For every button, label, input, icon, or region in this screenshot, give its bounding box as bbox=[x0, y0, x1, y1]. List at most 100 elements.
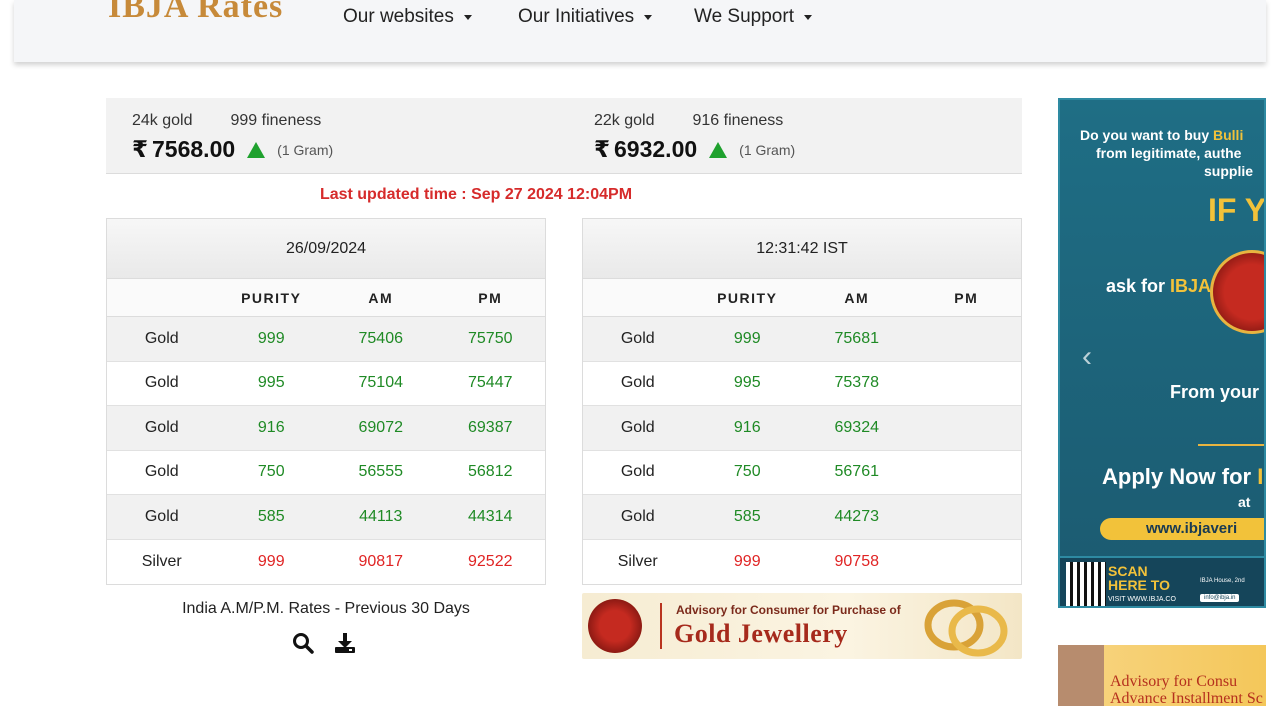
ad-footer: SCAN HERE TO VISIT WWW.IBJA.CO IBJA House… bbox=[1060, 556, 1264, 606]
metal-cell: Gold bbox=[144, 374, 179, 392]
purity-cell: 585 bbox=[257, 507, 285, 525]
trend-up-icon bbox=[709, 141, 728, 158]
col-pm: PM bbox=[478, 289, 503, 306]
table-row: Gold 585 44273 bbox=[583, 495, 1021, 540]
purity-cell: 995 bbox=[733, 374, 761, 392]
table-row: Gold 916 69324 bbox=[583, 406, 1021, 451]
page: IBJA Rates Our websites Our Initiatives … bbox=[0, 0, 1280, 720]
fineness-label: 999 fineness bbox=[230, 112, 322, 129]
purity-cell: 916 bbox=[257, 418, 285, 436]
search-icon[interactable] bbox=[292, 632, 314, 659]
metal-cell: Gold bbox=[144, 329, 179, 347]
carousel-prev-icon[interactable]: ‹ bbox=[1082, 340, 1092, 374]
nav-label: Our Initiatives bbox=[518, 6, 635, 27]
col-am: AM bbox=[368, 289, 394, 306]
am-rate-cell: 75104 bbox=[358, 374, 404, 392]
previous-rates-label: India A.M/P.M. Rates - Previous 30 Days bbox=[182, 600, 470, 617]
nav-label: Our websites bbox=[343, 6, 454, 27]
ad-from-text: From your bbox=[1170, 382, 1260, 402]
table-row: Gold 750 56555 56812 bbox=[107, 451, 545, 495]
address-text: IBJA House, 2nd bbox=[1200, 578, 1245, 584]
trend-up-icon bbox=[247, 141, 266, 158]
table-row: Gold 995 75378 bbox=[583, 362, 1021, 406]
ibja-rates-logo[interactable]: IBJA Rates bbox=[108, 0, 283, 26]
purity-cell: 999 bbox=[733, 329, 761, 347]
nav-we-support[interactable]: We Support bbox=[694, 6, 812, 28]
am-rate-cell: 44273 bbox=[834, 507, 880, 525]
pm-rate-cell: 69387 bbox=[468, 418, 513, 436]
ad-if-text: IF YE bbox=[1208, 192, 1266, 228]
table-row: Silver 999 90817 92522 bbox=[107, 540, 545, 585]
caret-down-icon bbox=[803, 14, 812, 20]
metal-cell: Silver bbox=[617, 552, 658, 570]
pm-rate-cell: 75750 bbox=[468, 329, 513, 347]
am-rate-cell: 75378 bbox=[834, 374, 880, 392]
price-label: 22k gold bbox=[594, 112, 655, 129]
caret-down-icon bbox=[463, 14, 472, 20]
fineness-label: 916 fineness bbox=[692, 112, 784, 129]
ad-at-text: at bbox=[1238, 494, 1251, 510]
ad-apply-text: Apply Now for IBJ bbox=[1102, 464, 1264, 489]
rupee-symbol: ₹ bbox=[132, 136, 149, 162]
pm-rate-cell: 44314 bbox=[468, 507, 513, 525]
nav-our-initiatives[interactable]: Our Initiatives bbox=[518, 6, 653, 28]
email-text: info@ibja.in bbox=[1200, 594, 1240, 602]
rupee-symbol: ₹ bbox=[594, 136, 611, 162]
previous-rates-actions bbox=[292, 632, 356, 659]
table-time-heading: 12:31:42 IST bbox=[583, 219, 1021, 279]
am-rate-cell: 69324 bbox=[834, 418, 880, 436]
metal-cell: Gold bbox=[144, 463, 179, 481]
purity-cell: 995 bbox=[257, 374, 285, 392]
metal-cell: Silver bbox=[141, 552, 182, 570]
ad-headline: Do you want to buy Bulli from legitimate… bbox=[1080, 127, 1254, 179]
advisory-top-text: Advisory for Consumer for Purchase of bbox=[676, 603, 901, 617]
scan-text: SCAN HERE TO bbox=[1108, 563, 1170, 593]
advisory-gold-jewellery-banner[interactable]: Advisory for Consumer for Purchase of Go… bbox=[582, 593, 1022, 659]
nav-our-websites[interactable]: Our websites bbox=[343, 6, 472, 28]
ad-url-pill[interactable]: www.ibjaveri bbox=[1100, 518, 1264, 540]
table-row: Gold 999 75681 bbox=[583, 317, 1021, 362]
price-value: ₹6932.00 bbox=[594, 136, 698, 162]
rates-table-previous-day: 26/09/2024 PURITY AM PM Gold 999 75406 7575… bbox=[106, 218, 546, 585]
metal-cell: Gold bbox=[620, 329, 655, 347]
pm-rate-cell: 56812 bbox=[468, 463, 513, 481]
metal-cell: Gold bbox=[620, 374, 655, 392]
top-navbar: IBJA Rates Our websites Our Initiatives … bbox=[14, 0, 1266, 62]
am-rate-cell: 90817 bbox=[358, 552, 404, 570]
am-rate-cell: 90758 bbox=[834, 552, 880, 570]
download-icon[interactable] bbox=[334, 632, 356, 659]
rates-table-today: 12:31:42 IST PURITY AM PM Gold 999 75681 Go… bbox=[582, 218, 1022, 585]
advance-installment-ad[interactable]: Advisory for Consu Advance Installment Sc bbox=[1058, 645, 1266, 706]
pm-rate-cell: 92522 bbox=[468, 552, 513, 570]
unit-label: (1 Gram) bbox=[277, 141, 334, 158]
table-row: Gold 995 75104 75447 bbox=[107, 362, 545, 406]
purity-cell: 750 bbox=[733, 463, 761, 481]
ad-ask-text: ask for IBJA bbox=[1106, 276, 1212, 296]
pm-rate-cell: 75447 bbox=[468, 374, 513, 392]
table-row: Gold 750 56761 bbox=[583, 451, 1021, 495]
table-row: Gold 916 69072 69387 bbox=[107, 406, 545, 451]
ibja-seal-icon bbox=[588, 599, 642, 653]
purity-cell: 916 bbox=[733, 418, 761, 436]
bullion-side-ad[interactable]: Do you want to buy Bulli from legitimate… bbox=[1058, 98, 1266, 608]
col-am: AM bbox=[844, 289, 870, 306]
purity-cell: 999 bbox=[733, 552, 761, 570]
qr-code-icon bbox=[1066, 562, 1106, 606]
col-pm: PM bbox=[954, 289, 979, 306]
price-24k: 24k gold 999 fineness ₹7568.00 (1 Gram) bbox=[132, 112, 333, 163]
price-value: ₹7568.00 bbox=[132, 136, 236, 162]
logo-text: IBJA Rates bbox=[108, 0, 284, 25]
metal-cell: Gold bbox=[144, 507, 179, 525]
metal-cell: Gold bbox=[620, 463, 655, 481]
table-row: Gold 585 44113 44314 bbox=[107, 495, 545, 540]
price-label: 24k gold bbox=[132, 112, 193, 129]
col-purity: PURITY bbox=[241, 289, 302, 306]
metal-cell: Gold bbox=[620, 507, 655, 525]
am-rate-cell: 56555 bbox=[358, 463, 404, 481]
purity-cell: 999 bbox=[257, 329, 285, 347]
purity-cell: 750 bbox=[257, 463, 285, 481]
ad2-text: Advisory for Consu Advance Installment Sc bbox=[1110, 673, 1263, 706]
gold-rings-icon bbox=[924, 599, 1008, 657]
table-row: Gold 999 75406 75750 bbox=[107, 317, 545, 362]
ibja-seal-icon bbox=[1210, 250, 1264, 334]
